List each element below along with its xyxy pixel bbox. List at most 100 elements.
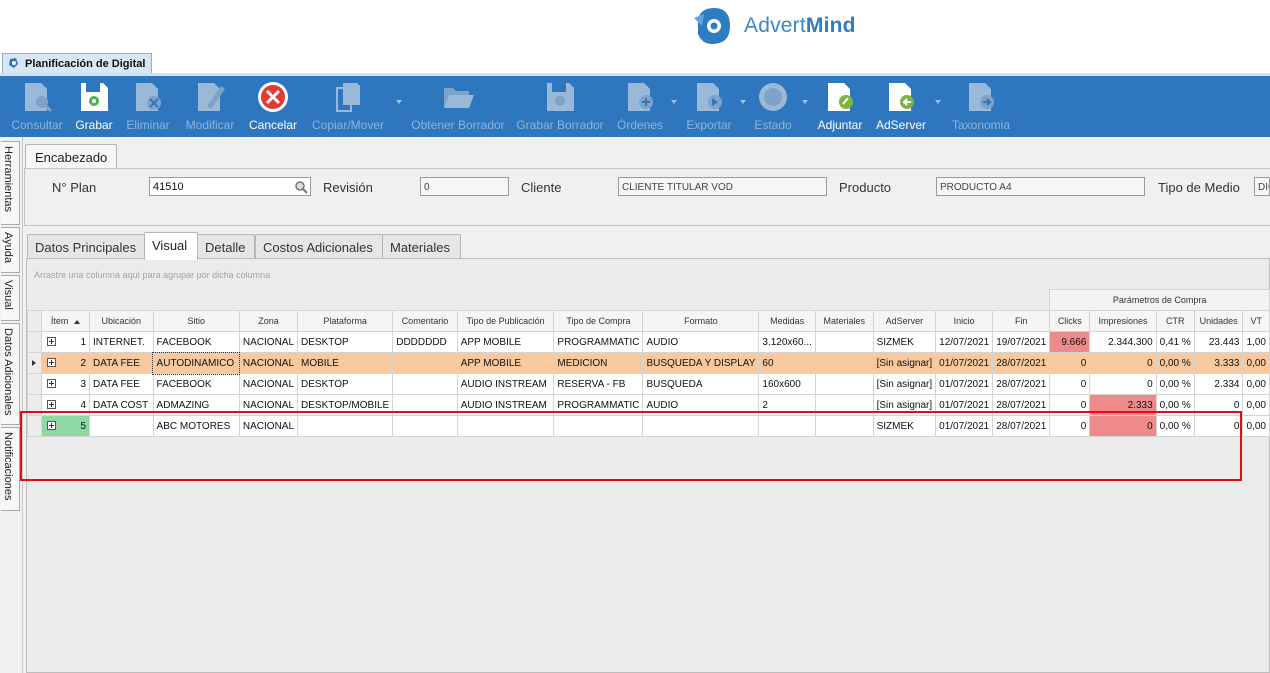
revision-field[interactable]: 0 (420, 177, 509, 196)
table-cell[interactable]: DATA FEE (89, 373, 154, 395)
tab-datos-principales[interactable]: Datos Principales (27, 234, 145, 259)
copiar-mover-dropdown[interactable] (396, 100, 402, 104)
col-header-zona[interactable]: Zona (238, 310, 299, 332)
col-header-impresiones[interactable]: Impresiones (1089, 310, 1157, 332)
product-field[interactable]: PRODUCTO A4 (936, 177, 1145, 196)
table-cell[interactable]: 60 (758, 352, 816, 374)
table-cell[interactable]: 23.443 (1193, 331, 1244, 353)
obtener-borrador-button[interactable]: Obtener Borrador (408, 76, 508, 137)
table-cell[interactable]: DESKTOP (297, 373, 394, 395)
table-cell[interactable]: PROGRAMMATIC (553, 331, 644, 353)
table-cell[interactable]: 19/07/2021 (992, 331, 1051, 353)
table-row[interactable]: 1 INTERNET. FACEBOOK NACIONAL DESKTOP DDDDDDD… (26, 331, 1270, 353)
table-cell[interactable]: 0,00 % (1155, 373, 1195, 395)
copiar-mover-button[interactable]: Copiar/Mover (308, 76, 388, 137)
sidebar-tab-visual[interactable]: Visual (1, 275, 20, 321)
tab-materiales[interactable]: Materiales (382, 234, 461, 259)
col-header-clicks[interactable]: Clicks (1049, 310, 1091, 332)
table-cell[interactable]: FACEBOOK (152, 373, 240, 395)
table-cell[interactable]: 2.344.300 (1089, 331, 1157, 353)
col-header-tipo-compra[interactable]: Tipo de Compra (553, 310, 644, 332)
col-header-medidas[interactable]: Medidas (758, 310, 816, 332)
search-icon[interactable] (294, 180, 308, 194)
table-cell[interactable]: 28/07/2021 (992, 352, 1051, 374)
modificar-button[interactable]: Modificar (182, 76, 238, 137)
table-cell[interactable]: MEDICION (553, 352, 644, 374)
table-cell[interactable]: 0,00 (1242, 415, 1270, 437)
table-cell[interactable]: 1 (41, 331, 91, 353)
adjuntar-button[interactable]: Adjuntar (814, 76, 866, 137)
table-cell[interactable]: RESERVA - FB (553, 373, 644, 395)
row-indicator[interactable] (26, 352, 43, 374)
table-cell[interactable]: FACEBOOK (152, 331, 240, 353)
table-cell[interactable]: DATA FEE (89, 352, 154, 374)
col-header-item[interactable]: Ítem (41, 310, 91, 332)
table-cell[interactable]: APP MOBILE (456, 331, 555, 353)
table-cell[interactable]: 0 (1049, 373, 1091, 395)
row-indicator[interactable] (26, 373, 43, 395)
consultar-button[interactable]: Consultar (10, 76, 64, 137)
table-cell[interactable]: BUSQUEDA Y DISPLAY (642, 352, 760, 374)
table-cell[interactable]: MOBILE (297, 352, 394, 374)
table-cell[interactable]: 0,00 % (1155, 352, 1195, 374)
table-cell[interactable]: 9.666 (1049, 331, 1091, 353)
col-header-vt[interactable]: VT (1242, 310, 1270, 332)
table-cell[interactable]: [Sin asignar] (872, 352, 937, 374)
exportar-button[interactable]: Exportar (682, 76, 736, 137)
table-cell[interactable]: SIZMEK (872, 331, 937, 353)
col-header-formato[interactable]: Formato (642, 310, 760, 332)
table-cell[interactable]: 0,41 % (1155, 331, 1195, 353)
table-row[interactable]: 2 DATA FEE AUTODINAMICO NACIONAL MOBILE APP M… (26, 351, 1270, 375)
exportar-dropdown[interactable] (740, 100, 746, 104)
col-header-materiales[interactable]: Materiales (814, 310, 874, 332)
table-cell[interactable]: 0,00 (1242, 394, 1270, 416)
sidebar-tab-herramientas[interactable]: Herramientas (1, 141, 20, 225)
ordenes-button[interactable]: Órdenes (614, 76, 666, 137)
table-cell[interactable]: DDDDDDD (392, 331, 458, 353)
plan-number-field[interactable]: 41510 (149, 177, 311, 196)
col-header-sitio[interactable]: Sitio (152, 310, 240, 332)
grabar-borrador-button[interactable]: Grabar Borrador (516, 76, 604, 137)
table-cell[interactable]: AUDIO INSTREAM (456, 373, 555, 395)
table-row[interactable]: 3 DATA FEE FACEBOOK NACIONAL DESKTOP AUDIO IN… (26, 373, 1270, 395)
expand-row-icon[interactable] (47, 358, 57, 367)
table-cell[interactable]: 01/07/2021 (935, 373, 994, 395)
table-cell[interactable]: NACIONAL (238, 373, 299, 395)
col-header-ubicacion[interactable]: Ubicación (89, 310, 154, 332)
estado-button[interactable]: Estado (750, 76, 796, 137)
grabar-button[interactable]: Grabar (70, 76, 118, 137)
table-cell[interactable]: [Sin asignar] (872, 373, 937, 395)
adserver-dropdown[interactable] (935, 100, 941, 104)
table-cell[interactable] (392, 352, 458, 374)
table-cell[interactable] (814, 373, 874, 395)
client-field[interactable]: CLIENTE TITULAR VOD (618, 177, 827, 196)
table-cell[interactable]: 01/07/2021 (935, 352, 994, 374)
table-cell[interactable]: APP MOBILE (456, 352, 555, 374)
table-cell[interactable]: 0,00 (1242, 373, 1270, 395)
table-cell[interactable]: 2.334 (1193, 373, 1244, 395)
table-cell[interactable]: BUSQUEDA (642, 373, 760, 395)
table-cell[interactable]: 2 (41, 352, 91, 374)
table-cell[interactable]: 0 (1049, 352, 1091, 374)
col-header-inicio[interactable]: Inicio (935, 310, 994, 332)
expand-row-icon[interactable] (47, 379, 57, 388)
table-cell[interactable]: 0,00 (1242, 352, 1270, 374)
table-cell[interactable] (814, 331, 874, 353)
media-type-field[interactable]: DIG (1254, 177, 1270, 196)
sidebar-tab-ayuda[interactable]: Ayuda (1, 227, 20, 273)
table-cell[interactable]: 3.120x60... (758, 331, 816, 353)
table-cell[interactable]: 0 (1089, 373, 1157, 395)
col-header-tipo-publicacion[interactable]: Tipo de Publicación (456, 310, 555, 332)
expand-row-icon[interactable] (47, 400, 57, 409)
document-tab[interactable]: Planificación de Digital (2, 53, 153, 74)
table-cell[interactable]: AUTODINAMICO (152, 351, 241, 375)
col-header-unidades[interactable]: Unidades (1193, 310, 1244, 332)
sidebar-tab-datos-adicionales[interactable]: Datos Adicionales (1, 323, 20, 425)
col-header-adserver[interactable]: AdServer (872, 310, 937, 332)
table-cell[interactable]: NACIONAL (238, 331, 299, 353)
table-cell[interactable]: DESKTOP (297, 331, 394, 353)
col-header-comentario[interactable]: Comentario (392, 310, 458, 332)
eliminar-button[interactable]: Eliminar (124, 76, 172, 137)
table-cell[interactable]: 3 (41, 373, 91, 395)
col-header-fin[interactable]: Fin (992, 310, 1051, 332)
